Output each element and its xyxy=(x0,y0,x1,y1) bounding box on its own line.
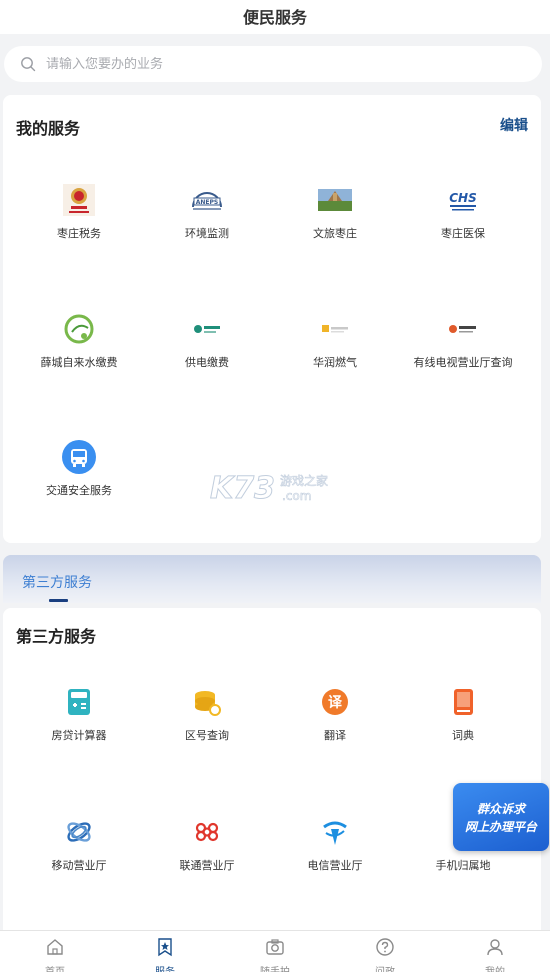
medical-insurance-icon: CHS xyxy=(446,183,480,217)
bus-icon xyxy=(62,440,96,474)
service-label: 枣庄税务 xyxy=(57,227,101,240)
calculator-icon xyxy=(62,685,96,719)
area-code-icon xyxy=(190,685,224,719)
service-label: 电信营业厅 xyxy=(307,859,363,872)
gas-icon xyxy=(318,312,352,346)
camera-icon xyxy=(266,939,284,955)
water-bill-icon xyxy=(62,312,96,346)
star-bookmark-icon xyxy=(158,938,172,957)
tax-emblem-icon xyxy=(62,183,96,217)
service-label: 手机归属地 xyxy=(435,859,491,872)
tab-label: 随手拍 xyxy=(220,963,330,972)
svg-text:.com: .com xyxy=(282,489,311,503)
service-label: 移动营业厅 xyxy=(51,859,107,872)
third-party-card: 第三方服务 房贷计算器 区号查询 译 翻译 词典 移动营业厅 联通营业厅 电信营… xyxy=(3,608,541,938)
bottom-tab-bar: 首页 服务 随手拍 问政 我的 xyxy=(0,930,550,972)
tab-active-indicator xyxy=(49,599,68,602)
page-title: 便民服务 xyxy=(242,8,307,27)
third-party-tab-banner: 第三方服务 xyxy=(3,555,541,603)
tab-home[interactable]: 首页 xyxy=(0,931,110,972)
service-env[interactable]: ANEPS 环境监测 xyxy=(140,183,274,241)
dictionary-icon xyxy=(446,685,480,719)
service-traffic[interactable]: 交通安全服务 xyxy=(12,440,146,498)
china-telecom-icon xyxy=(318,815,352,849)
service-gas[interactable]: 华润燃气 xyxy=(268,312,402,370)
cable-tv-icon xyxy=(446,312,480,346)
tab-third-party[interactable]: 第三方服务 xyxy=(22,572,92,592)
service-china-unicom[interactable]: 联通营业厅 xyxy=(140,815,274,873)
service-label: 枣庄医保 xyxy=(441,227,485,240)
service-power[interactable]: 供电缴费 xyxy=(140,312,274,370)
service-dictionary[interactable]: 词典 xyxy=(396,685,530,743)
search-icon xyxy=(21,57,36,72)
service-label: 翻译 xyxy=(324,729,346,742)
service-china-mobile[interactable]: 移动营业厅 xyxy=(12,815,146,873)
tourism-photo-icon xyxy=(318,183,352,217)
badge-line-2: 网上办理平台 xyxy=(464,820,537,834)
watermark-logo: K73 游戏之家 .com xyxy=(210,471,328,507)
service-label: 词典 xyxy=(452,729,474,742)
service-label: 文旅枣庄 xyxy=(313,227,357,240)
service-label: 交通安全服务 xyxy=(46,484,112,497)
tab-snapshot[interactable]: 随手拍 xyxy=(220,931,330,972)
service-label: 薛城自来水缴费 xyxy=(40,356,118,369)
china-unicom-icon xyxy=(190,815,224,849)
env-monitor-icon: ANEPS xyxy=(190,183,224,217)
tab-inquiry[interactable]: 问政 xyxy=(330,931,440,972)
my-services-title: 我的服务 xyxy=(16,119,81,138)
power-bill-icon xyxy=(190,312,224,346)
tab-label: 问政 xyxy=(330,963,440,972)
service-medical[interactable]: CHS 枣庄医保 xyxy=(396,183,530,241)
tab-label: 服务 xyxy=(110,963,220,972)
service-label: 环境监测 xyxy=(185,227,229,240)
complaint-platform-badge[interactable]: 群众诉求 网上办理平台 xyxy=(453,783,549,851)
service-mortgage-calc[interactable]: 房贷计算器 xyxy=(12,685,146,743)
service-tourism[interactable]: 文旅枣庄 xyxy=(268,183,402,241)
question-icon xyxy=(376,938,394,956)
user-icon xyxy=(487,939,503,956)
service-cable-tv[interactable]: 有线电视营业厅查询 xyxy=(396,312,530,370)
translate-icon: 译 xyxy=(318,685,352,719)
service-label: 房贷计算器 xyxy=(51,729,107,742)
search-bar[interactable] xyxy=(4,46,542,82)
service-label: 联通营业厅 xyxy=(179,859,235,872)
svg-text:CHS: CHS xyxy=(449,191,477,205)
service-label: 供电缴费 xyxy=(185,356,229,369)
tab-label: 我的 xyxy=(440,963,550,972)
china-mobile-icon xyxy=(62,815,96,849)
service-label: 有线电视营业厅查询 xyxy=(413,356,513,369)
tab-label: 首页 xyxy=(0,963,110,972)
home-icon xyxy=(47,939,63,955)
service-water[interactable]: 薛城自来水缴费 xyxy=(12,312,146,370)
svg-text:译: 译 xyxy=(328,695,343,711)
svg-text:ANEPS: ANEPS xyxy=(196,199,218,206)
tab-services[interactable]: 服务 xyxy=(110,931,220,972)
edit-button[interactable]: 编辑 xyxy=(500,115,528,135)
top-bar: 便民服务 xyxy=(0,0,550,34)
service-tax[interactable]: 枣庄税务 xyxy=(12,183,146,241)
svg-text:游戏之家: 游戏之家 xyxy=(280,473,328,488)
search-input[interactable] xyxy=(46,56,486,72)
service-label: 华润燃气 xyxy=(313,356,357,369)
badge-line-1: 群众诉求 xyxy=(476,802,525,816)
tab-mine[interactable]: 我的 xyxy=(440,931,550,972)
third-party-title: 第三方服务 xyxy=(16,627,97,646)
service-area-code[interactable]: 区号查询 xyxy=(140,685,274,743)
svg-text:K73: K73 xyxy=(210,471,275,506)
service-translate[interactable]: 译 翻译 xyxy=(268,685,402,743)
service-china-telecom[interactable]: 电信营业厅 xyxy=(268,815,402,873)
service-label: 区号查询 xyxy=(185,729,229,742)
